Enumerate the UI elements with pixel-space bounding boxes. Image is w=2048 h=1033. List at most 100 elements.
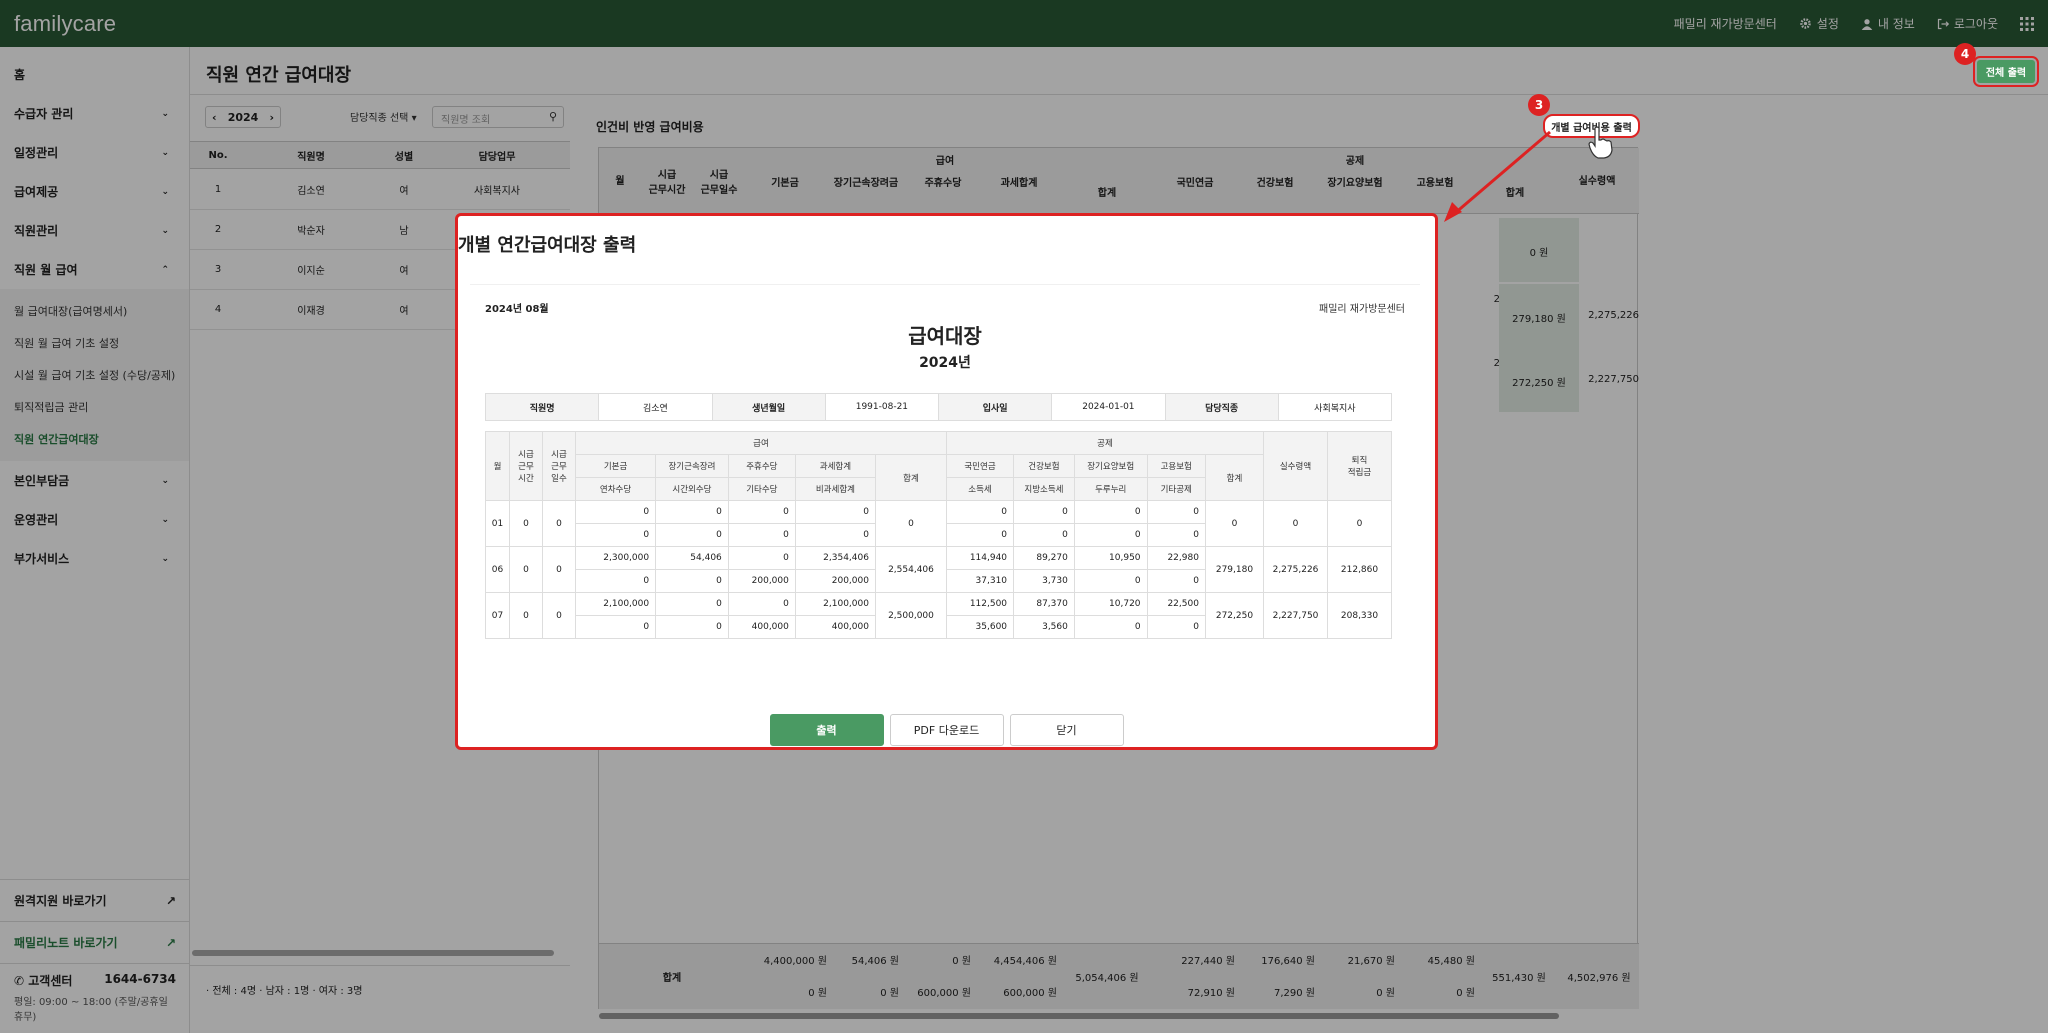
table-cell: 10,950 [1073,546,1148,570]
table-cell: 0 [727,523,796,547]
doc-title: 급여대장 [908,324,982,348]
th-ltc: 장기요양보험 [1073,454,1148,478]
hand-pointer-icon [1588,126,1613,159]
table-cell: 2,354,406 [794,546,876,570]
th-overtime: 시간외수당 [655,477,729,501]
table-cell: 2,100,000 [574,592,657,616]
table-cell: 0 [655,592,729,616]
th-weekly: 주휴수당 [727,454,796,478]
th-pay: 급여 [575,431,947,455]
table-cell: 0 [1204,500,1265,547]
table-cell: 2,554,406 [874,546,947,593]
table-cell: 89,270 [1013,546,1075,570]
table-header-row: 월 시급 근무 시간 시급 근무 일수 급여 공제 실수령액 퇴직 적립금 [485,431,1392,501]
table-cell: 3,730 [1013,569,1075,593]
table-cell: 208,330 [1327,592,1392,639]
document-preview: 2024년 08월 패밀리 재가방문센터 급여대장 2024년 직원명 김소연 … [470,284,1420,689]
doc-date: 2024년 08월 [485,304,549,315]
payroll-table: 월 시급 근무 시간 시급 근무 일수 급여 공제 실수령액 퇴직 적립금 기본… [485,431,1392,639]
table-cell: 2,100,000 [794,592,876,616]
pdf-download-button[interactable]: PDF 다운로드 [889,714,1004,746]
th-hours: 시급 근무 시간 [509,431,543,501]
th-income: 소득세 [945,477,1015,501]
info-label: 입사일 [939,394,1053,420]
table-cell: 22,980 [1146,546,1206,570]
table-cell: 0 [1263,500,1328,547]
table-cell: 2,227,750 [1263,592,1328,639]
table-cell: 2,275,226 [1263,546,1328,593]
table-cell: 0 [509,546,543,593]
table-cell: 06 [485,546,510,593]
table-cell: 0 [655,500,729,524]
table-cell: 0 [1073,523,1148,547]
th-health: 건강보험 [1013,454,1075,478]
doc-org: 패밀리 재가방문센터 [1319,304,1405,315]
th-pension: 국민연금 [945,454,1015,478]
table-cell: 0 [1073,500,1148,524]
table-cell: 0 [655,569,729,593]
table-cell: 2,300,000 [574,546,657,570]
th-sum: 합계 [874,454,947,501]
table-row: 06 0 0 2,300,000 54,406 0 2,354,406 2,554,406 11… [485,546,1392,593]
th-long: 장기근속장려 [655,454,729,478]
table-cell: 0 [1146,523,1206,547]
table-header-row: 기본금 장기근속장려 주휴수당 과세합계 합계 국민연금 건강보험 장기요양보험… [486,454,1392,501]
table-cell: 0 [1013,523,1075,547]
th-other: 기타수당 [727,477,796,501]
table-cell: 114,940 [945,546,1015,570]
th-taxsum: 과세합계 [794,454,876,478]
th-local: 지방소득세 [1013,477,1075,501]
th-days: 시급 근무 일수 [542,431,576,501]
table-cell: 400,000 [794,615,876,639]
info-value: 1991-08-21 [826,394,939,420]
th-nontax: 비과세합계 [794,477,876,501]
th-employ: 고용보험 [1146,454,1206,478]
th-dsum: 합계 [1204,454,1265,501]
table-cell: 0 [945,523,1015,547]
step-badge: 3 [1528,94,1550,116]
th-otherded: 기타공제 [1146,477,1206,501]
table-cell: 10,720 [1073,592,1148,616]
step-badge: 4 [1954,43,1976,65]
info-label: 담당직종 [1165,394,1279,420]
th-duru: 두루누리 [1073,477,1148,501]
table-cell: 54,406 [655,546,729,570]
th-month: 월 [485,431,510,501]
table-cell: 272,250 [1204,592,1265,639]
close-button[interactable]: 닫기 [1009,714,1124,746]
print-button[interactable]: 출력 [769,714,884,746]
th-deduct: 공제 [945,431,1265,455]
table-cell: 0 [1073,615,1148,639]
table-cell: 0 [1146,615,1206,639]
table-cell: 2,500,000 [874,592,947,639]
table-cell: 0 [655,615,729,639]
table-cell: 0 [574,615,657,639]
print-all-button[interactable]: 전체 출력 [1973,56,2039,87]
table-cell: 0 [727,592,796,616]
info-value: 김소연 [599,394,713,420]
table-cell: 87,370 [1013,592,1075,616]
table-cell: 35,600 [945,615,1015,639]
table-cell: 0 [574,500,657,524]
table-cell: 200,000 [727,569,796,593]
table-cell: 22,500 [1146,592,1206,616]
table-cell: 07 [485,592,510,639]
table-cell: 0 [574,523,657,547]
table-cell: 0 [542,546,576,593]
modal-title: 개별 연간급여대장 출력 [458,235,637,256]
table-cell: 0 [1146,569,1206,593]
table-cell: 0 [1327,500,1392,547]
table-cell: 0 [1013,500,1075,524]
info-label: 직원명 [486,394,600,420]
table-cell: 37,310 [945,569,1015,593]
info-value: 사회복지사 [1314,403,1356,414]
table-cell: 0 [945,500,1015,524]
table-cell: 01 [485,500,510,547]
table-cell: 112,500 [945,592,1015,616]
table-cell: 0 [727,500,796,524]
doc-year: 2024년 [919,355,971,371]
table-cell: 0 [794,500,876,524]
table-cell: 0 [727,546,796,570]
table-cell: 0 [794,523,876,547]
table-cell: 0 [542,500,576,547]
